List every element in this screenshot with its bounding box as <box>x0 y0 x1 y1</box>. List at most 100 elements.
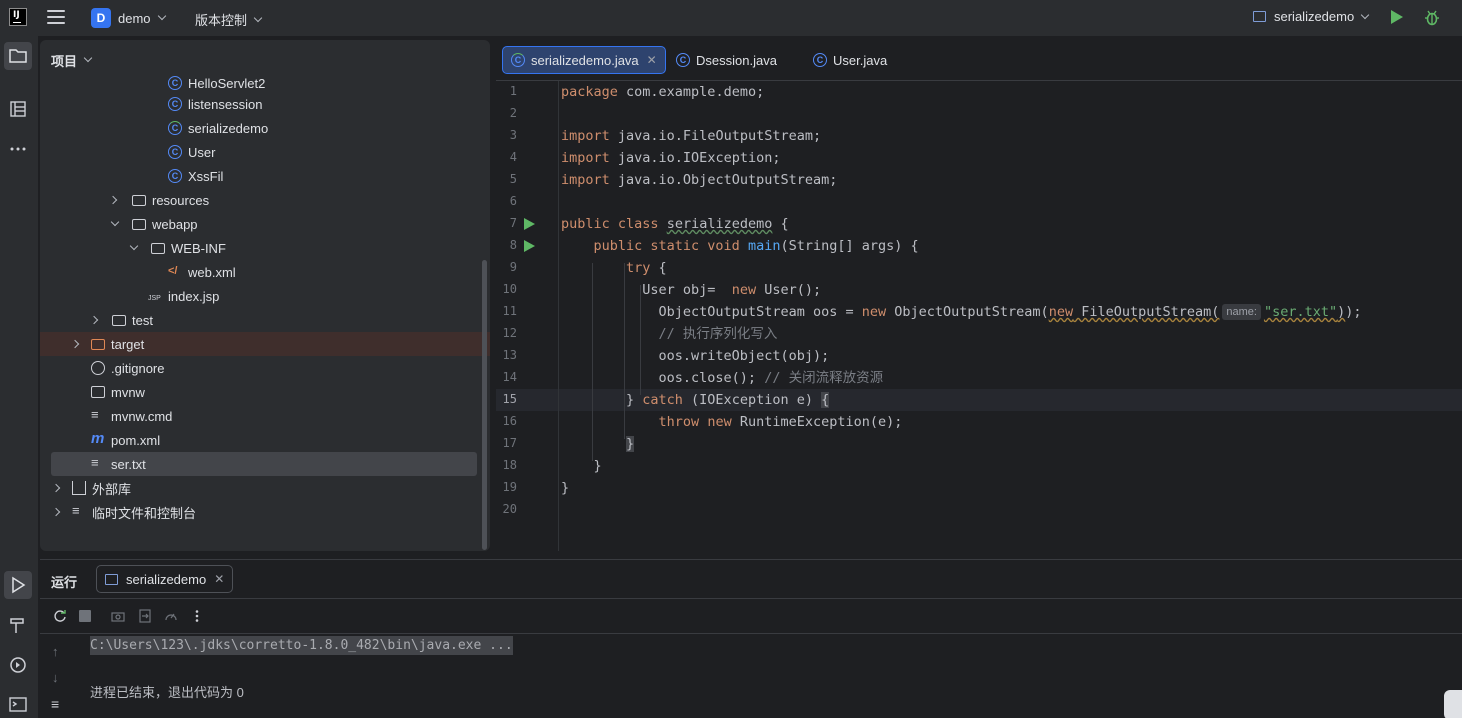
line-number: 6 <box>509 194 517 208</box>
close-icon[interactable]: ✕ <box>214 572 224 586</box>
chevron-right-icon[interactable] <box>51 507 61 517</box>
run-tool-icon[interactable] <box>4 571 32 599</box>
tree-item[interactable]: JSP index.jsp <box>148 284 219 308</box>
tree-item-label: target <box>111 336 145 352</box>
tab-user[interactable]: C User.java <box>805 46 895 74</box>
run-configuration-selector[interactable]: serializedemo <box>1253 9 1370 24</box>
tree-item[interactable]: test <box>89 308 153 332</box>
run-panel: 运行 serializedemo ✕ ↑ ↓ ≡ C:\Users\123\.j… <box>40 559 1462 718</box>
tree-item-label: web.xml <box>188 264 236 280</box>
text-file-icon: ≡ <box>91 455 99 470</box>
chevron-down-icon <box>157 11 166 21</box>
vcs-menu[interactable]: 版本控制 <box>195 10 263 29</box>
exit-icon[interactable] <box>138 609 152 623</box>
code-line: import java.io.ObjectOutputStream; <box>561 172 838 188</box>
tree-item[interactable]: ≡ 临时文件和控制台 <box>51 500 196 524</box>
tab-dsession[interactable]: C Dsession.java <box>668 46 785 74</box>
camera-icon[interactable] <box>111 609 125 623</box>
code-line: public class serializedemo { <box>561 216 789 232</box>
console-output[interactable]: C:\Users\123\.jdks\corretto-1.8.0_482\bi… <box>90 636 513 700</box>
build-hammer-icon[interactable] <box>4 611 32 639</box>
run-gutter-icon[interactable] <box>524 218 535 230</box>
folder-icon <box>151 242 165 254</box>
application-config-icon <box>105 573 118 585</box>
tree-item[interactable]: C HelloServlet2 <box>168 76 265 90</box>
chevron-down-icon <box>1360 10 1370 19</box>
tree-item[interactable]: C User <box>168 140 215 164</box>
debug-icon[interactable] <box>1424 9 1440 26</box>
chevron-right-icon[interactable] <box>70 339 80 349</box>
run-tab-serializedemo[interactable]: serializedemo ✕ <box>96 565 234 593</box>
rerun-icon[interactable] <box>53 609 67 623</box>
tree-item[interactable]: webapp <box>110 212 198 236</box>
tree-item[interactable]: C XssFil <box>168 164 223 188</box>
main-menu-icon[interactable] <box>47 10 65 26</box>
chevron-right-icon[interactable] <box>108 195 118 205</box>
tree-item-label: HelloServlet2 <box>188 76 266 90</box>
chevron-down-icon[interactable] <box>110 217 120 227</box>
project-switcher[interactable]: D demo <box>91 7 166 29</box>
line-number: 14 <box>502 370 517 384</box>
scroll-down-icon[interactable]: ↓ <box>52 670 59 685</box>
tab-serializedemo[interactable]: C serializedemo.java ✕ <box>502 46 666 74</box>
close-icon[interactable]: ✕ <box>647 53 657 67</box>
run-gutter-icon[interactable] <box>524 240 535 252</box>
tree-item-label: resources <box>152 192 210 208</box>
text-file-icon: ≡ <box>91 407 99 422</box>
maven-icon: m <box>91 430 105 447</box>
code-line: } <box>561 480 570 496</box>
run-button[interactable] <box>1391 10 1403 24</box>
soft-wrap-icon[interactable]: ≡ <box>51 696 59 712</box>
line-number: 8 <box>509 238 517 252</box>
code-line: } <box>561 458 602 474</box>
terminal-icon[interactable] <box>4 690 32 718</box>
title-bar: IJ D demo 版本控制 serializedemo <box>0 0 1462 36</box>
tree-item[interactable]: </ web.xml <box>168 260 236 284</box>
project-panel: 项目 C HelloServlet2 Clistensession Cserial… <box>40 40 490 551</box>
tree-item[interactable]: resources <box>108 188 210 212</box>
line-number: 2 <box>509 106 517 120</box>
line-number: 17 <box>502 436 517 450</box>
library-icon <box>72 481 86 495</box>
code-line: } <box>626 436 635 452</box>
project-panel-header[interactable]: 项目 <box>40 40 490 80</box>
stop-icon[interactable] <box>79 610 91 622</box>
code-line: import java.io.FileOutputStream; <box>561 128 822 144</box>
chevron-down-icon <box>83 53 93 63</box>
tree-item[interactable]: target <box>40 332 490 356</box>
tree-item[interactable]: 外部库 <box>51 476 131 500</box>
structure-icon[interactable] <box>4 95 32 123</box>
resources-folder-icon <box>132 194 146 206</box>
chevron-right-icon[interactable] <box>51 483 61 493</box>
notification-badge[interactable] <box>1444 690 1462 718</box>
code-line: public static void main(String[] args) { <box>593 238 919 254</box>
run-panel-header: 运行 serializedemo ✕ <box>40 560 1462 599</box>
tree-item[interactable]: m pom.xml <box>91 428 160 452</box>
profiler-icon[interactable] <box>164 609 178 623</box>
tree-item[interactable]: WEB-INF <box>129 236 226 260</box>
tree-item[interactable]: Clistensession <box>168 92 262 116</box>
tree-item[interactable]: ≡ mvnw.cmd <box>91 404 172 428</box>
services-icon[interactable] <box>4 651 32 679</box>
intellij-logo-icon[interactable]: IJ <box>9 8 27 26</box>
code-line: oos.close(); // 关闭流释放资源 <box>561 370 884 386</box>
tree-item[interactable]: Cserializedemo <box>168 116 268 140</box>
jsp-file-icon: JSP <box>148 295 161 302</box>
chevron-right-icon[interactable] <box>89 315 99 325</box>
chevron-down-icon[interactable] <box>129 241 139 251</box>
class-icon: C <box>168 145 182 159</box>
more-tools-icon[interactable] <box>4 135 32 163</box>
tree-item-selected[interactable]: ≡ ser.txt <box>51 452 477 476</box>
console-command: C:\Users\123\.jdks\corretto-1.8.0_482\bi… <box>90 636 513 655</box>
tree-item[interactable]: .gitignore <box>91 356 164 380</box>
more-options-icon[interactable] <box>190 609 204 623</box>
runnable-class-icon: C <box>168 121 182 135</box>
line-number: 12 <box>502 326 517 340</box>
chevron-down-icon <box>253 13 263 22</box>
gutter-separator <box>558 81 559 551</box>
project-folder-icon[interactable] <box>4 42 32 70</box>
scroll-up-icon[interactable]: ↑ <box>52 644 59 659</box>
project-scrollbar[interactable] <box>482 260 487 550</box>
code-line: // 执行序列化写入 <box>561 326 778 342</box>
tree-item[interactable]: mvnw <box>91 380 145 404</box>
